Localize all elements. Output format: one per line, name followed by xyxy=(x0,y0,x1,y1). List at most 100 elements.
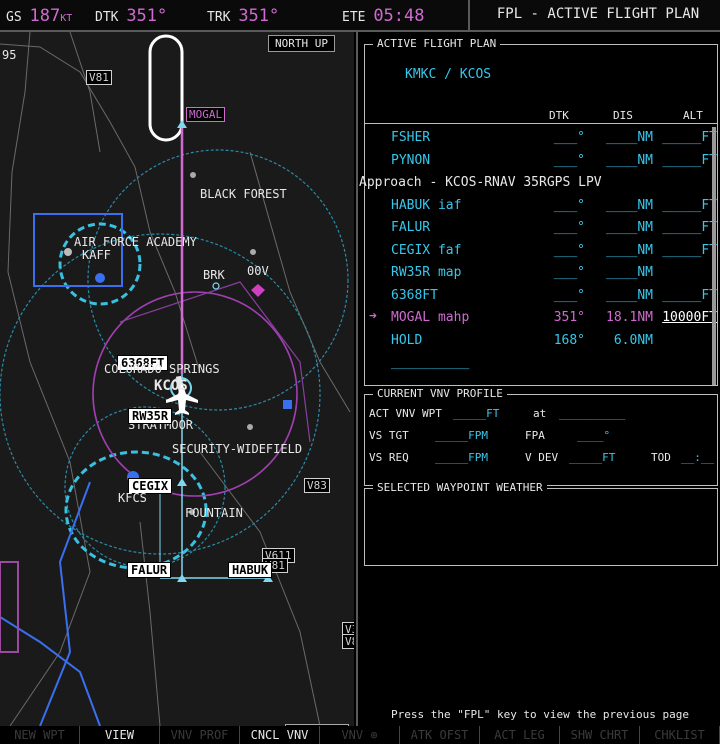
wp-alt: 10000FT xyxy=(662,310,717,325)
tod-value: __:__ xyxy=(681,451,715,464)
active-flight-plan-title: ACTIVE FLIGHT PLAN xyxy=(373,37,501,50)
wp-name: __________ xyxy=(391,355,470,370)
col-header-dtk: DTK xyxy=(549,109,569,122)
fpl-row-cegix[interactable]: CEGIX faf ___° ____NM _____FT xyxy=(365,240,717,263)
map-label-95: 95 xyxy=(2,48,17,62)
active-flight-plan-box: ACTIVE FLIGHT PLAN KMKC / KCOS DTK DIS A… xyxy=(359,37,718,386)
fpa-label: FPA xyxy=(525,429,545,442)
fpl-row-mogal-active[interactable]: ➜ MOGAL mahp 351° 18.1NM 10000FT xyxy=(365,307,717,330)
vnv-profile-box: CURRENT VNV PROFILE ACT VNV WPT _____FT … xyxy=(364,387,718,486)
waypoint-rw35r[interactable]: RW35R xyxy=(128,408,173,424)
act-vnv-alt: _____FT xyxy=(453,407,500,420)
wp-name: FALUR xyxy=(391,220,431,235)
wp-dis: 6.0NM xyxy=(613,332,653,348)
map-label-black-forest: BLACK FOREST xyxy=(200,187,287,201)
wp-alt: _____FT xyxy=(662,242,717,258)
vs-req-label: VS REQ xyxy=(369,451,409,464)
airport-kcos[interactable]: KCOS xyxy=(154,378,188,394)
fpl-row-fsher[interactable]: FSHER ___° ____NM _____FT xyxy=(365,127,717,150)
softkey-bar: NEW WPT VIEW VNV PROF CNCL VNV VNV ⊕ ATK… xyxy=(0,726,720,744)
wp-name: PYNON xyxy=(391,152,431,168)
footnote-hint: Press the "FPL" key to view the previous… xyxy=(390,708,689,721)
wp-name: FSHER xyxy=(391,130,431,145)
flight-plan-list: FSHER ___° ____NM _____FT PYNON ___° ___… xyxy=(359,127,717,375)
softkey-new-wpt[interactable]: NEW WPT xyxy=(0,726,80,744)
fpl-row-rw35r[interactable]: RW35R map ___° ____NM xyxy=(365,262,711,285)
wp-dtk: ___° xyxy=(553,130,585,145)
wp-dis: ____NM xyxy=(606,197,653,213)
waypoint-falur[interactable]: FALUR xyxy=(127,562,172,578)
wp-alt: _____FT xyxy=(662,130,717,145)
vs-tgt-value: _____FPM xyxy=(435,429,488,442)
softkey-shw-chrt[interactable]: SHW CHRT xyxy=(560,726,640,744)
wp-dis: ____NM xyxy=(606,130,653,145)
wp-alt: _____FT xyxy=(662,220,717,235)
airway-v81: V81 xyxy=(86,70,112,85)
dtk-readout: DTK 351° xyxy=(95,6,168,26)
fpl-row-pynon[interactable]: PYNON ___° ____NM _____FT xyxy=(365,150,717,173)
waypoint-habuk[interactable]: HABUK xyxy=(228,562,273,578)
vnv-profile-title: CURRENT VNV PROFILE xyxy=(373,387,507,400)
softkey-vnv-prof[interactable]: VNV PROF xyxy=(160,726,240,744)
approach-header: Approach - KCOS-RNAV 35RGPS LPV xyxy=(359,175,602,190)
waypoint-weather-title: SELECTED WAYPOINT WEATHER xyxy=(373,481,547,494)
wp-dis: ____NM xyxy=(606,265,653,280)
wp-dtk: ___° xyxy=(553,220,585,235)
wp-name: CEGIX faf xyxy=(391,242,462,258)
wp-name: MOGAL mahp xyxy=(391,310,470,325)
fpl-row-empty[interactable]: __________ xyxy=(365,352,711,375)
softkey-atk-ofst[interactable]: ATK OFST xyxy=(400,726,480,744)
waypoint-weather-box: SELECTED WAYPOINT WEATHER xyxy=(364,481,718,566)
fpa-value: ____° xyxy=(577,429,611,442)
map-label-air-force-academy: AIR FORCE ACADEMY xyxy=(74,235,197,249)
airport-00v[interactable]: 00V xyxy=(247,264,269,278)
airway-v8: V8 xyxy=(342,634,354,649)
fpl-row-6368ft[interactable]: 6368FT ___° ____NM _____FT xyxy=(365,285,717,308)
airport-kfcs[interactable]: KFCS xyxy=(118,491,147,505)
wp-name: 6368FT xyxy=(391,287,438,303)
vdev-value: _____FT xyxy=(569,451,616,464)
wp-dtk: 168° xyxy=(553,332,585,348)
wp-alt: _____FT xyxy=(662,152,717,168)
map-label-colorado-springs: COLORADO SPRINGS xyxy=(104,362,220,376)
flight-plan-panel: ACTIVE FLIGHT PLAN KMKC / KCOS DTK DIS A… xyxy=(356,32,720,726)
trk-readout: TRK 351° xyxy=(207,6,280,26)
vs-req-value: _____FPM xyxy=(435,451,488,464)
softkey-view[interactable]: VIEW xyxy=(80,726,160,744)
tod-label: TOD xyxy=(651,451,671,464)
waypoint-mogal[interactable]: MOGAL xyxy=(186,107,226,122)
wp-dtk: ___° xyxy=(553,242,585,258)
wp-dtk: ___° xyxy=(553,287,585,303)
softkey-chklist[interactable]: CHKLIST xyxy=(640,726,720,744)
fpl-row-hold[interactable]: HOLD 168° 6.0NM xyxy=(365,330,711,353)
act-vnv-wpt-label: ACT VNV WPT xyxy=(369,407,442,420)
wp-dis: ____NM xyxy=(606,152,653,168)
act-vnv-wpt-value: __________ xyxy=(559,407,626,420)
wp-name: HABUK iaf xyxy=(391,197,462,213)
col-header-dis: DIS xyxy=(613,109,633,122)
navigation-map[interactable]: NORTH UP 95 V81 MOGAL BLACK FOREST AIR F… xyxy=(0,32,354,726)
status-bar: GS 187KT DTK 351° TRK 351° ETE 05:48 FPL… xyxy=(0,0,720,32)
fpl-row-falur[interactable]: FALUR ___° ____NM _____FT xyxy=(365,217,717,240)
wp-alt: _____FT xyxy=(662,197,717,213)
fpl-row-approach[interactable]: Approach - KCOS-RNAV 35RGPS LPV xyxy=(359,172,711,195)
col-header-alt: ALT xyxy=(683,109,703,122)
softkey-cncl-vnv[interactable]: CNCL VNV xyxy=(240,726,320,744)
page-title: FPL - ACTIVE FLIGHT PLAN xyxy=(496,6,700,22)
map-label-fountain: FOUNTAIN xyxy=(185,506,243,520)
softkey-act-leg[interactable]: ACT LEG xyxy=(480,726,560,744)
softkey-vnv-direct[interactable]: VNV ⊕ xyxy=(320,726,400,744)
wp-dis: ____NM xyxy=(606,220,653,235)
vor-brk[interactable]: BRK xyxy=(203,268,225,282)
wp-dis: ____NM xyxy=(606,242,653,258)
fpl-row-habuk[interactable]: HABUK iaf ___° ____NM _____FT xyxy=(365,195,717,218)
scrollbar[interactable] xyxy=(712,127,716,385)
ete-readout: ETE 05:48 xyxy=(342,6,425,26)
airport-kaff[interactable]: KAFF xyxy=(82,248,111,262)
wp-dtk: ___° xyxy=(553,265,585,280)
vdev-label: V DEV xyxy=(525,451,559,464)
wp-dtk: ___° xyxy=(553,152,585,168)
wp-dtk: ___° xyxy=(553,197,585,213)
map-orientation-label[interactable]: NORTH UP xyxy=(268,35,335,52)
wp-dis: ____NM xyxy=(606,287,653,303)
